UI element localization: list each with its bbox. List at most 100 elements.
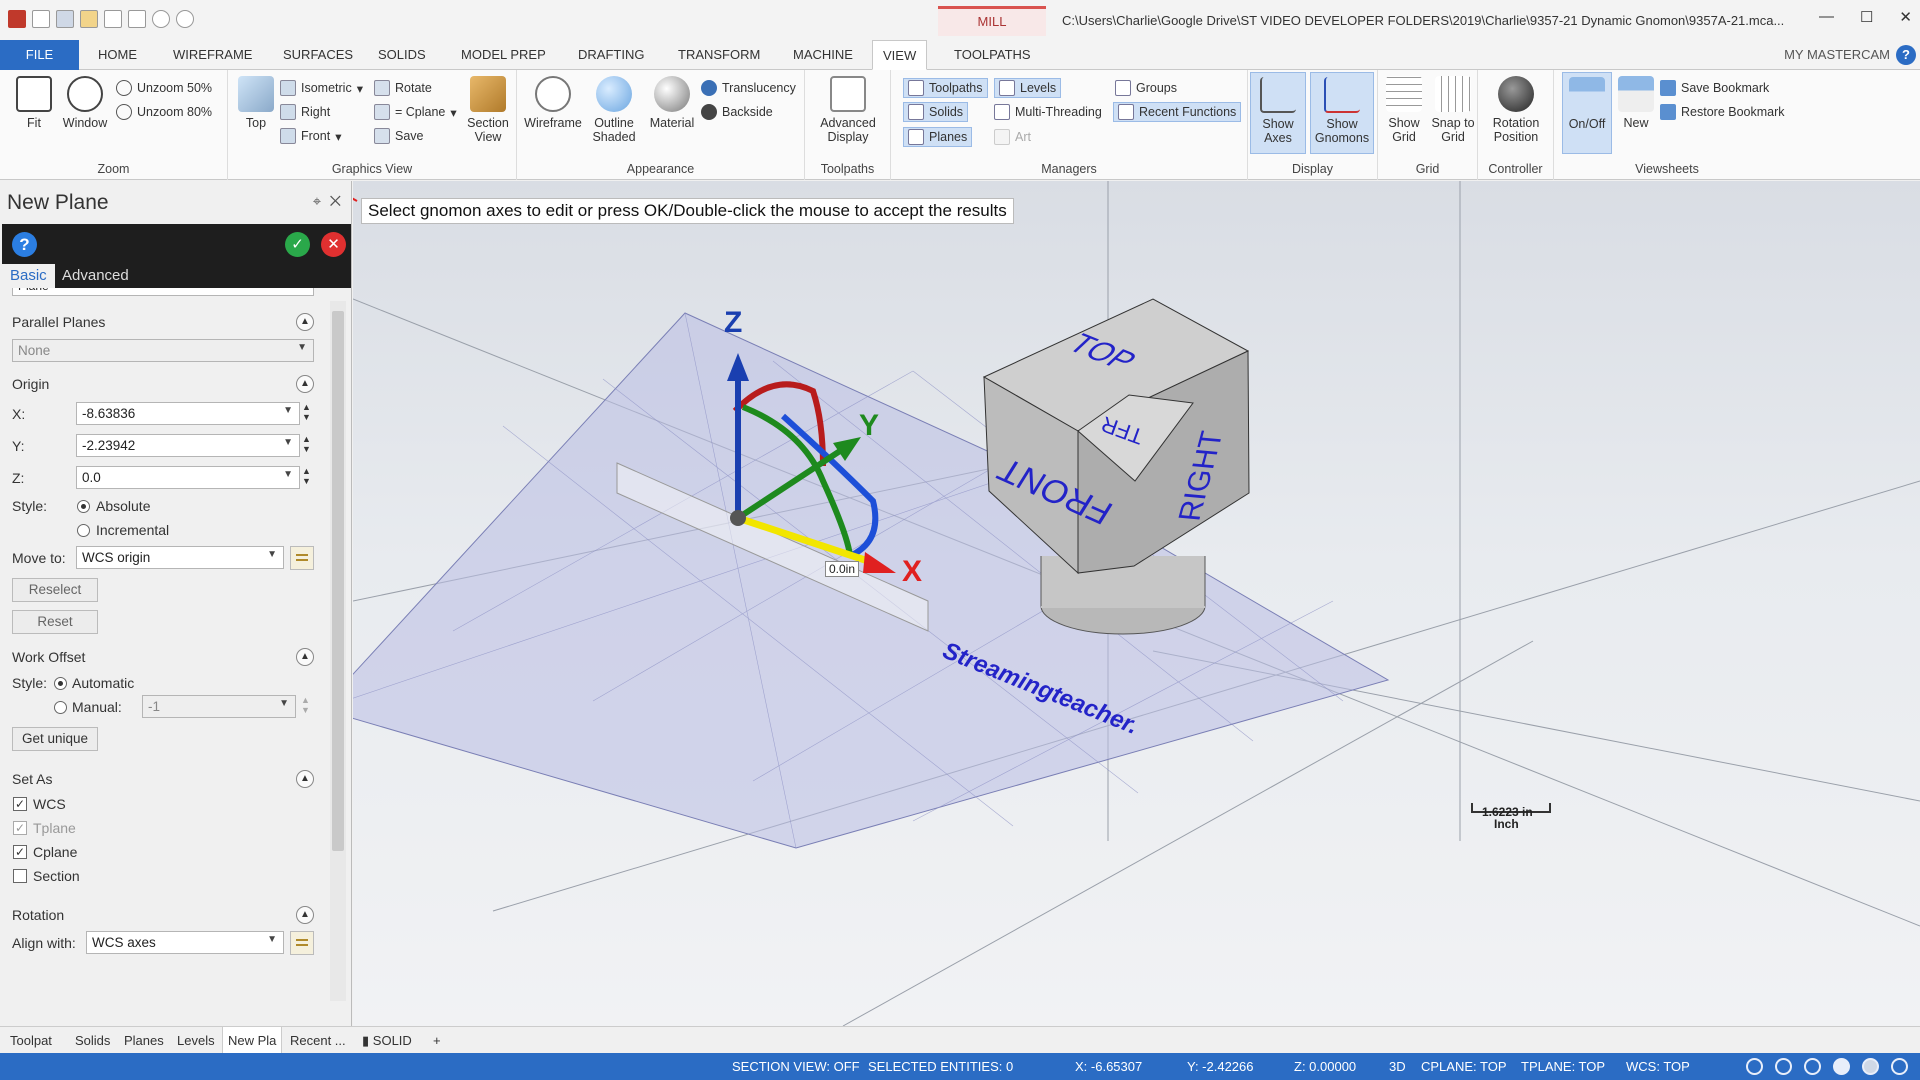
isometric-button[interactable]: Isometric ▾	[280, 80, 363, 96]
origin-z-input[interactable]: 0.0 ▼	[76, 466, 300, 489]
tab-transform[interactable]: TRANSFORM	[678, 40, 760, 70]
status-3d-mode[interactable]: 3D	[1389, 1053, 1406, 1080]
my-mastercam-link[interactable]: MY MASTERCAM	[1784, 40, 1890, 70]
levels-manager-toggle[interactable]: Levels	[994, 78, 1062, 98]
minimize-icon[interactable]: —	[1819, 8, 1834, 26]
tab-levels-manager[interactable]: Levels	[177, 1027, 215, 1054]
tab-drafting[interactable]: DRAFTING	[578, 40, 644, 70]
shaded-sphere-icon[interactable]	[1833, 1058, 1850, 1075]
viewsheet-tab-solid[interactable]: ▮ SOLID	[362, 1027, 412, 1054]
reselect-button[interactable]: Reselect	[12, 578, 98, 602]
origin-x-input[interactable]: -8.63836 ▼	[76, 402, 300, 425]
collapse-chevron-icon[interactable]: ▲	[296, 770, 314, 788]
globe-icon[interactable]	[1804, 1058, 1821, 1075]
collapse-chevron-icon[interactable]: ▲	[296, 648, 314, 666]
art-manager-toggle[interactable]: Art	[994, 129, 1031, 145]
tplane-checkbox[interactable]: ✓	[13, 821, 27, 835]
incremental-radio[interactable]	[77, 524, 90, 537]
tab-view[interactable]: VIEW	[872, 40, 928, 70]
cancel-button[interactable]: ✕	[321, 232, 346, 257]
save-view-button[interactable]: Save	[374, 128, 424, 144]
section-view-button[interactable]: Section View	[462, 76, 514, 144]
top-view-button[interactable]: Top	[233, 76, 279, 130]
manual-offset-spinner[interactable]: ▲ ▼	[301, 695, 310, 715]
view-equals-cplane-button[interactable]: = Cplane ▾	[374, 104, 457, 120]
close-icon[interactable]: ✕	[330, 193, 341, 210]
show-axes-button[interactable]: Show Axes	[1250, 72, 1306, 154]
tab-toolpaths[interactable]: TOOLPATHS	[954, 40, 1031, 70]
snap-to-grid-button[interactable]: Snap to Grid	[1428, 76, 1478, 144]
front-view-button[interactable]: Front ▾	[280, 128, 341, 144]
manual-offset-input[interactable]: -1 ▼	[142, 695, 296, 718]
right-view-button[interactable]: Right	[280, 104, 330, 120]
scene-canvas[interactable]	[353, 181, 1920, 1026]
solids-manager-toggle[interactable]: Solids	[903, 102, 969, 122]
maximize-icon[interactable]: ☐	[1860, 8, 1873, 26]
planes-manager-toggle[interactable]: Planes	[903, 127, 973, 147]
viewsheets-onoff-button[interactable]: On/Off	[1562, 72, 1612, 154]
origin-y-spinner[interactable]: ▲ ▼	[302, 434, 311, 454]
add-viewsheet-button[interactable]: +	[433, 1027, 441, 1054]
ok-button[interactable]: ✓	[285, 232, 310, 257]
status-cplane[interactable]: CPLANE: TOP	[1421, 1053, 1507, 1080]
redo-icon[interactable]	[176, 10, 194, 28]
undo-icon[interactable]	[152, 10, 170, 28]
unzoom-50-button[interactable]: Unzoom 50%	[116, 80, 212, 96]
tab-planes-manager[interactable]: Planes	[124, 1027, 164, 1054]
tab-toolpaths-manager[interactable]: Toolpat	[10, 1027, 52, 1054]
tab-surfaces[interactable]: SURFACES	[283, 40, 353, 70]
translucency-icon[interactable]	[1891, 1058, 1908, 1075]
absolute-radio[interactable]	[77, 500, 90, 513]
tab-recent-functions[interactable]: Recent ...	[290, 1027, 346, 1054]
rotate-button[interactable]: Rotate	[374, 80, 432, 96]
print-icon[interactable]	[104, 10, 122, 28]
globe-icon[interactable]	[1775, 1058, 1792, 1075]
status-section-view[interactable]: SECTION VIEW: OFF	[732, 1053, 860, 1080]
recent-functions-toggle[interactable]: Recent Functions	[1113, 102, 1242, 122]
help-icon[interactable]: ?	[1896, 45, 1916, 65]
status-tplane[interactable]: TPLANE: TOP	[1521, 1053, 1605, 1080]
wcs-checkbox[interactable]: ✓	[13, 797, 27, 811]
toolpaths-manager-toggle[interactable]: Toolpaths	[903, 78, 988, 98]
get-unique-button[interactable]: Get unique	[12, 727, 98, 751]
automatic-radio[interactable]	[54, 677, 67, 690]
unzoom-80-button[interactable]: Unzoom 80%	[116, 104, 212, 120]
fit-button[interactable]: Fit	[8, 76, 60, 130]
tab-home[interactable]: HOME	[98, 40, 137, 70]
collapse-chevron-icon[interactable]: ▲	[296, 313, 314, 331]
material-button[interactable]: Material	[645, 76, 699, 130]
reset-button[interactable]: Reset	[12, 610, 98, 634]
section-checkbox[interactable]	[13, 869, 27, 883]
move-to-select[interactable]: WCS origin ▼	[76, 546, 284, 569]
tab-model-prep[interactable]: MODEL PREP	[461, 40, 546, 70]
tab-file[interactable]: FILE	[0, 40, 79, 70]
origin-z-spinner[interactable]: ▲ ▼	[302, 466, 311, 486]
move-to-options-button[interactable]	[290, 546, 314, 570]
show-grid-button[interactable]: Show Grid	[1380, 76, 1428, 144]
tab-wireframe[interactable]: WIREFRAME	[173, 40, 252, 70]
show-gnomons-button[interactable]: Show Gnomons	[1310, 72, 1374, 154]
groups-manager-toggle[interactable]: Groups	[1115, 80, 1177, 96]
graphics-viewport[interactable]: Select gnomon axes to edit or press OK/D…	[353, 181, 1920, 1026]
tab-advanced[interactable]: Advanced	[54, 264, 137, 288]
shaded-sphere-icon[interactable]	[1862, 1058, 1879, 1075]
save-icon[interactable]	[56, 10, 74, 28]
new-file-icon[interactable]	[32, 10, 50, 28]
help-button[interactable]: ?	[12, 232, 37, 257]
tab-solids-manager[interactable]: Solids	[75, 1027, 110, 1054]
align-options-button[interactable]	[290, 931, 314, 955]
scrollbar-thumb[interactable]	[332, 311, 344, 851]
status-wcs[interactable]: WCS: TOP	[1626, 1053, 1690, 1080]
save-as-icon[interactable]	[128, 10, 146, 28]
plane-name-field[interactable]: Plane	[12, 288, 314, 296]
origin-y-input[interactable]: -2.23942 ▼	[76, 434, 300, 457]
new-viewsheet-button[interactable]: New	[1614, 76, 1658, 130]
pin-icon[interactable]: ⌖	[313, 193, 321, 210]
align-with-select[interactable]: WCS axes ▼	[86, 931, 284, 954]
wireframe-button[interactable]: Wireframe	[523, 76, 583, 130]
collapse-chevron-icon[interactable]: ▲	[296, 906, 314, 924]
window-button[interactable]: Window	[58, 76, 112, 130]
translucency-button[interactable]: Translucency	[701, 80, 796, 96]
tab-new-plane[interactable]: New Pla	[222, 1027, 283, 1054]
close-icon[interactable]: ✕	[1899, 8, 1912, 26]
